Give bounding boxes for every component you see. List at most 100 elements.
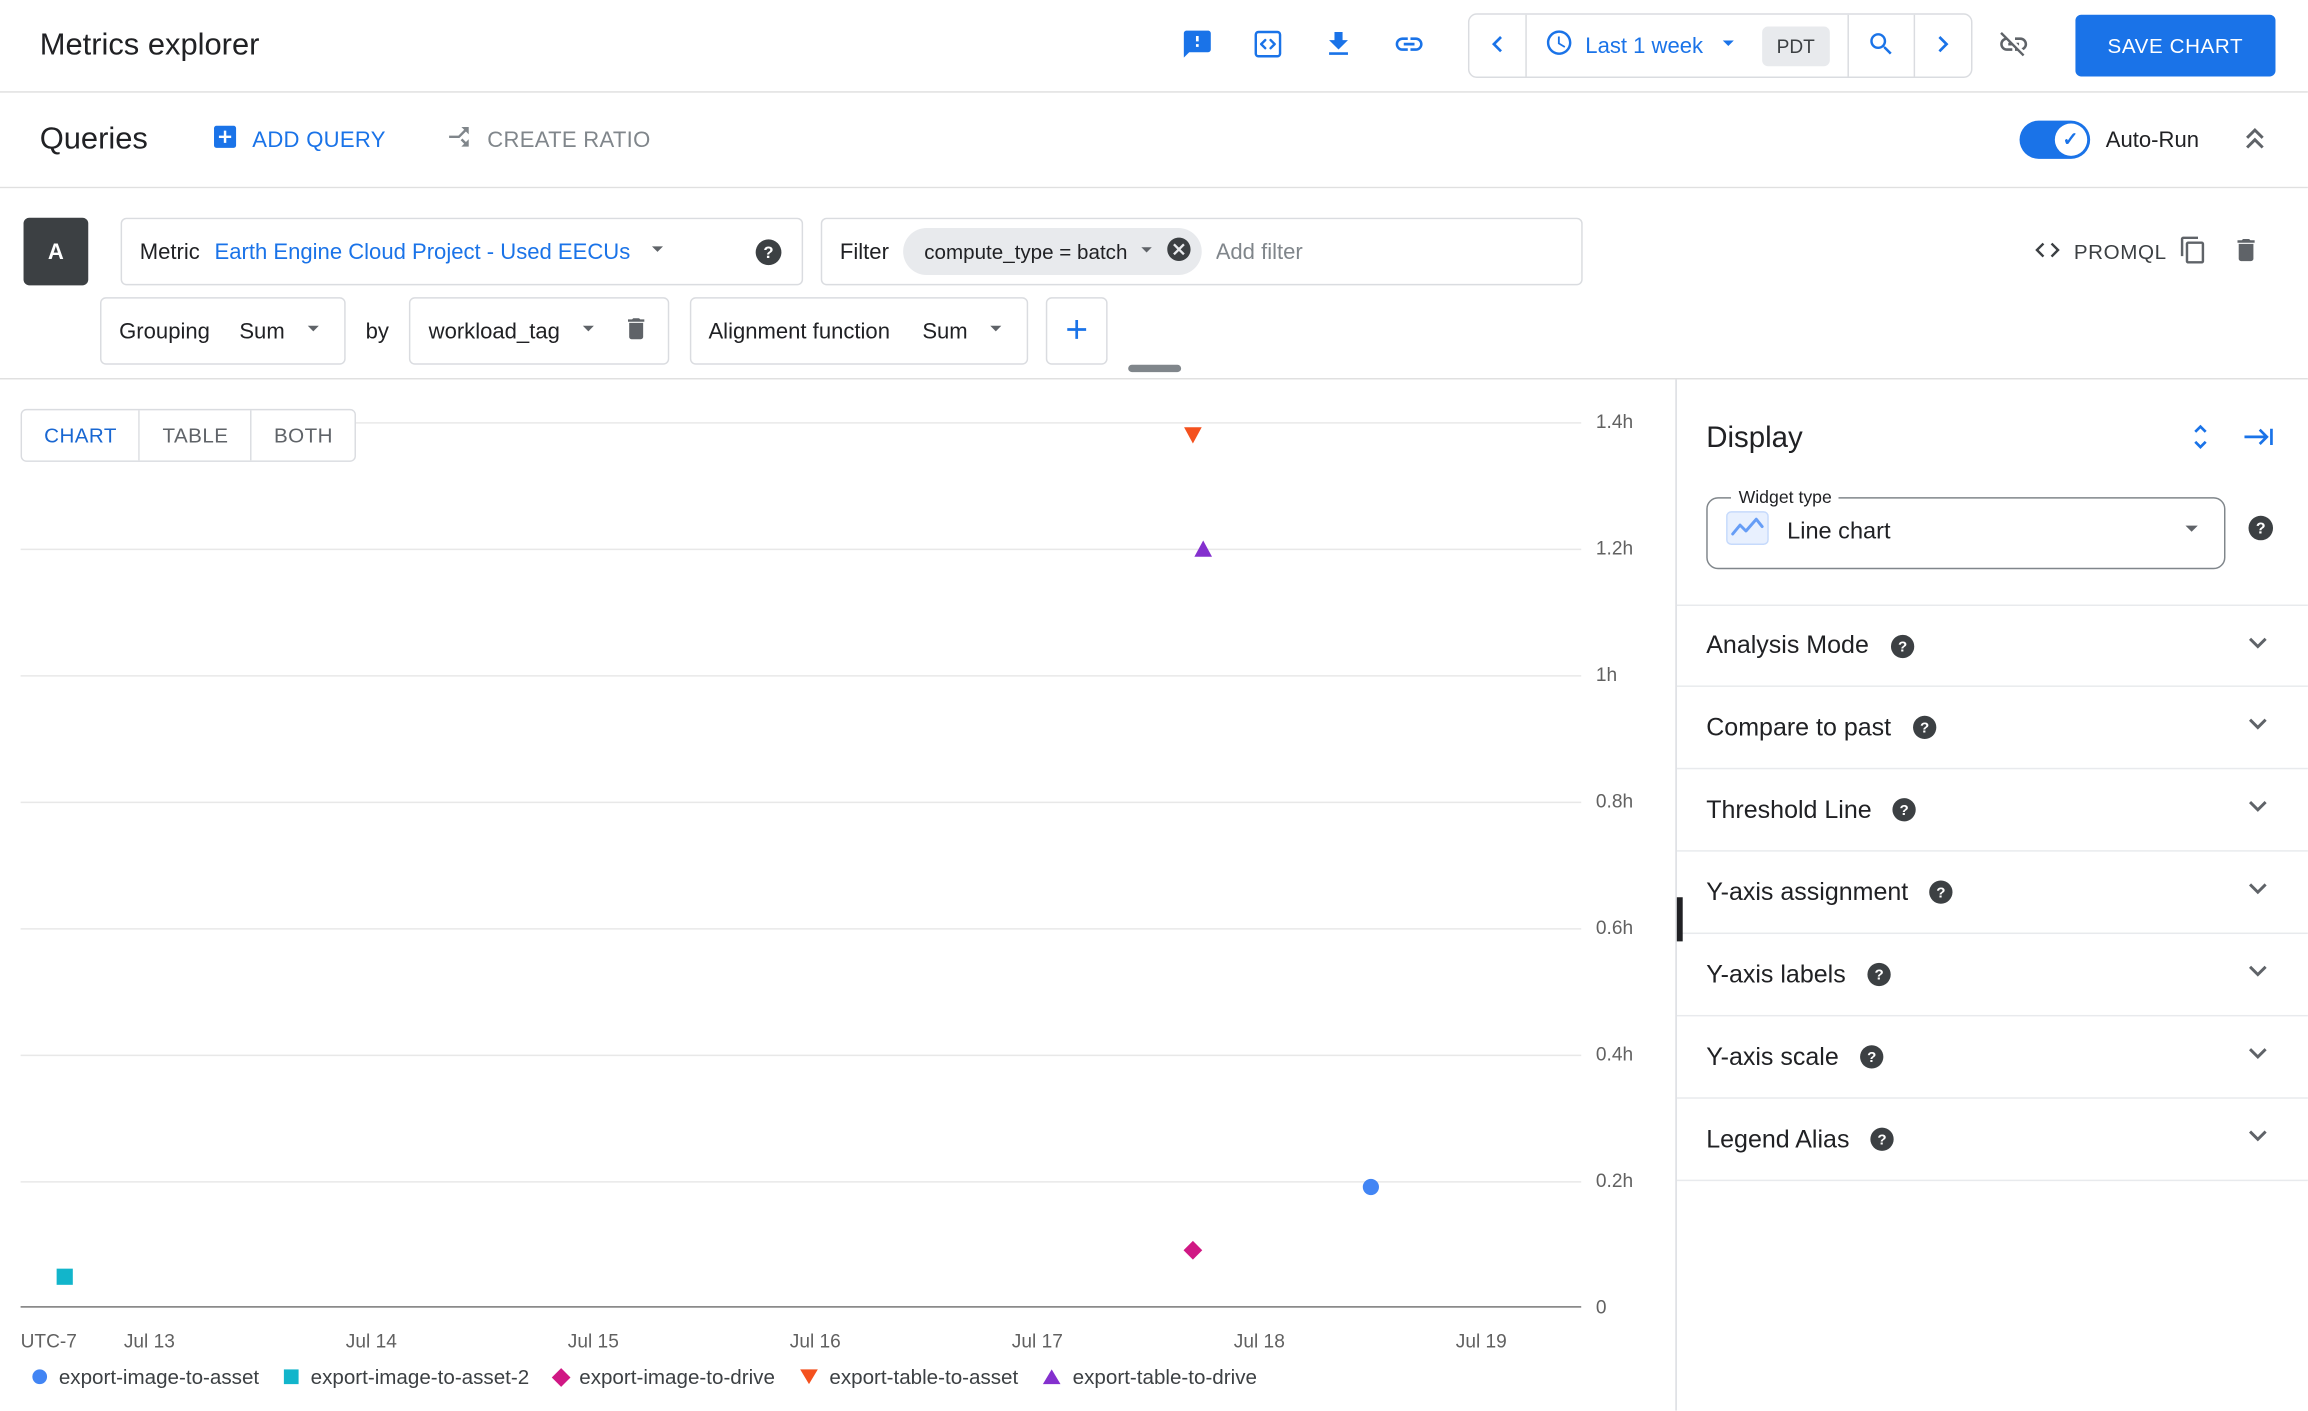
grouping-select[interactable]: Sum	[239, 318, 284, 343]
save-chart-button[interactable]: SAVE CHART	[2075, 14, 2276, 77]
top-bar-actions: Last 1 week PDT SAVE CHART	[1168, 13, 2276, 78]
create-ratio-button[interactable]: CREATE RATIO	[445, 122, 651, 157]
share-link-button[interactable]	[1379, 16, 1438, 75]
help-icon[interactable]: ?	[1910, 713, 1938, 741]
add-query-button[interactable]: ADD QUERY	[210, 122, 386, 157]
display-section-y-axis-assignment[interactable]: Y-axis assignment?	[1676, 852, 2308, 935]
legend-item-export-table-to-drive[interactable]: export-table-to-drive	[1043, 1365, 1257, 1389]
unlink-time-button[interactable]	[1984, 16, 2043, 75]
filter-chip[interactable]: compute_type = batch	[903, 227, 1201, 276]
y-axis-tick-label: 0.6h	[1595, 916, 1634, 939]
svg-text:?: ?	[1920, 720, 1929, 737]
y-axis-tick-label: 0.2h	[1595, 1169, 1634, 1192]
widget-type-help-icon[interactable]: ?	[2246, 513, 2275, 542]
feedback-button[interactable]	[1168, 16, 1227, 75]
legend-item-export-image-to-asset-2[interactable]: export-image-to-asset-2	[284, 1365, 529, 1389]
help-icon[interactable]: ?	[1927, 878, 1955, 906]
group-by-select[interactable]: workload_tag	[429, 318, 560, 343]
auto-run-label: Auto-Run	[2105, 127, 2199, 153]
legend-item-export-image-to-drive[interactable]: export-image-to-drive	[551, 1364, 775, 1389]
help-icon[interactable]: ?	[1888, 632, 1916, 660]
svg-text:?: ?	[1878, 1131, 1887, 1148]
line-chart-icon	[1725, 510, 1769, 553]
chevron-right-icon	[1927, 27, 1959, 64]
display-section-compare-to-past[interactable]: Compare to past?	[1676, 687, 2308, 770]
svg-text:?: ?	[1897, 638, 1906, 655]
trash-icon	[622, 315, 650, 347]
help-icon[interactable]: ?	[1858, 1043, 1886, 1071]
help-icon[interactable]: ?	[1869, 1125, 1897, 1153]
resize-drag-handle[interactable]	[1127, 364, 1181, 373]
remove-grouping-button[interactable]	[622, 315, 650, 347]
tab-both[interactable]: BOTH	[251, 410, 356, 461]
y-axis-tick-label: 0.8h	[1595, 789, 1634, 812]
link-off-icon	[1997, 27, 2029, 64]
help-icon[interactable]: ?	[1891, 796, 1919, 824]
display-section-threshold-line[interactable]: Threshold Line?	[1676, 769, 2308, 852]
chart-pane: CHART TABLE BOTH export-image-to-asset ex…	[0, 379, 1675, 1410]
auto-run-toggle[interactable]: ✓	[2018, 120, 2090, 159]
collapse-queries-button[interactable]	[2237, 120, 2272, 160]
filter-chip-label: compute_type = batch	[924, 239, 1128, 264]
legend-label: export-table-to-asset	[829, 1364, 1019, 1389]
grouping-label: Grouping	[119, 318, 210, 344]
expand-collapse-all-button[interactable]	[2184, 421, 2216, 458]
time-forward-button[interactable]	[1915, 15, 1971, 77]
timezone-badge[interactable]: PDT	[1761, 25, 1830, 66]
ratio-split-icon	[445, 122, 474, 157]
svg-text:?: ?	[1900, 802, 1909, 819]
delete-query-button[interactable]	[2220, 225, 2273, 278]
caret-down-icon	[982, 314, 1008, 348]
caret-down-icon	[1133, 237, 1158, 266]
chevron-left-icon	[1481, 27, 1513, 64]
data-point-export-table-to-drive	[1194, 540, 1213, 557]
scroll-position-indicator	[1676, 897, 1683, 942]
tab-chart[interactable]: CHART	[22, 410, 141, 461]
skip-to-end-icon	[2243, 428, 2275, 457]
help-icon[interactable]: ?	[1865, 960, 1893, 988]
promql-button[interactable]: PROMQL	[2033, 235, 2167, 269]
create-ratio-label: CREATE RATIO	[487, 127, 651, 153]
widget-type-select[interactable]: Widget type Line chart	[1706, 486, 2226, 570]
metric-help-icon[interactable]: ?	[753, 236, 784, 267]
legend-label: export-image-to-drive	[579, 1364, 775, 1389]
add-processing-step-button[interactable]	[1045, 297, 1108, 365]
diamond-marker-icon	[551, 1367, 571, 1387]
display-section-y-axis-scale[interactable]: Y-axis scale?	[1676, 1016, 2308, 1099]
chevron-down-icon	[2240, 788, 2275, 831]
tab-table[interactable]: TABLE	[140, 410, 252, 461]
display-section-y-axis-labels[interactable]: Y-axis labels?	[1676, 934, 2308, 1017]
view-code-button[interactable]	[1238, 16, 1297, 75]
download-icon	[1322, 27, 1354, 64]
time-range-selector[interactable]: Last 1 week PDT	[1526, 15, 1847, 77]
legend-item-export-table-to-asset[interactable]: export-table-to-asset	[799, 1364, 1019, 1389]
gridline	[20, 928, 1582, 930]
add-filter-input[interactable]	[1215, 239, 1564, 265]
section-label: Threshold Line	[1706, 795, 1872, 823]
chevron-down-icon	[2240, 871, 2275, 914]
y-axis-tick-label: 1.4h	[1595, 410, 1634, 433]
zoom-button[interactable]	[1849, 15, 1914, 77]
download-button[interactable]	[1309, 16, 1368, 75]
display-section-analysis-mode[interactable]: Analysis Mode?	[1676, 604, 2308, 687]
display-section-legend-alias[interactable]: Legend Alias?	[1676, 1099, 2308, 1182]
x-axis-tick-label: Jul 14	[345, 1329, 397, 1352]
data-point-export-image-to-asset	[1362, 1179, 1379, 1196]
query-letter-badge: A	[23, 217, 89, 286]
metric-select[interactable]: Earth Engine Cloud Project - Used EECUs	[215, 239, 631, 264]
y-axis-tick-label: 1h	[1595, 663, 1618, 686]
magnifier-icon	[1866, 29, 1895, 63]
caret-down-icon	[299, 314, 325, 348]
triangle-down-marker-icon	[799, 1369, 818, 1385]
section-label: Analysis Mode	[1706, 631, 1869, 659]
legend-item-export-image-to-asset[interactable]: export-image-to-asset	[32, 1365, 259, 1389]
gridline	[20, 1054, 1582, 1057]
duplicate-query-button[interactable]	[2167, 225, 2220, 278]
remove-filter-icon[interactable]	[1164, 235, 1192, 267]
time-range-label: Last 1 week	[1585, 33, 1704, 59]
section-label: Compare to past	[1706, 712, 1892, 741]
hide-panel-button[interactable]	[2243, 421, 2275, 458]
time-back-button[interactable]	[1469, 15, 1525, 77]
svg-text:?: ?	[1874, 967, 1883, 984]
alignment-select[interactable]: Sum	[922, 318, 967, 343]
